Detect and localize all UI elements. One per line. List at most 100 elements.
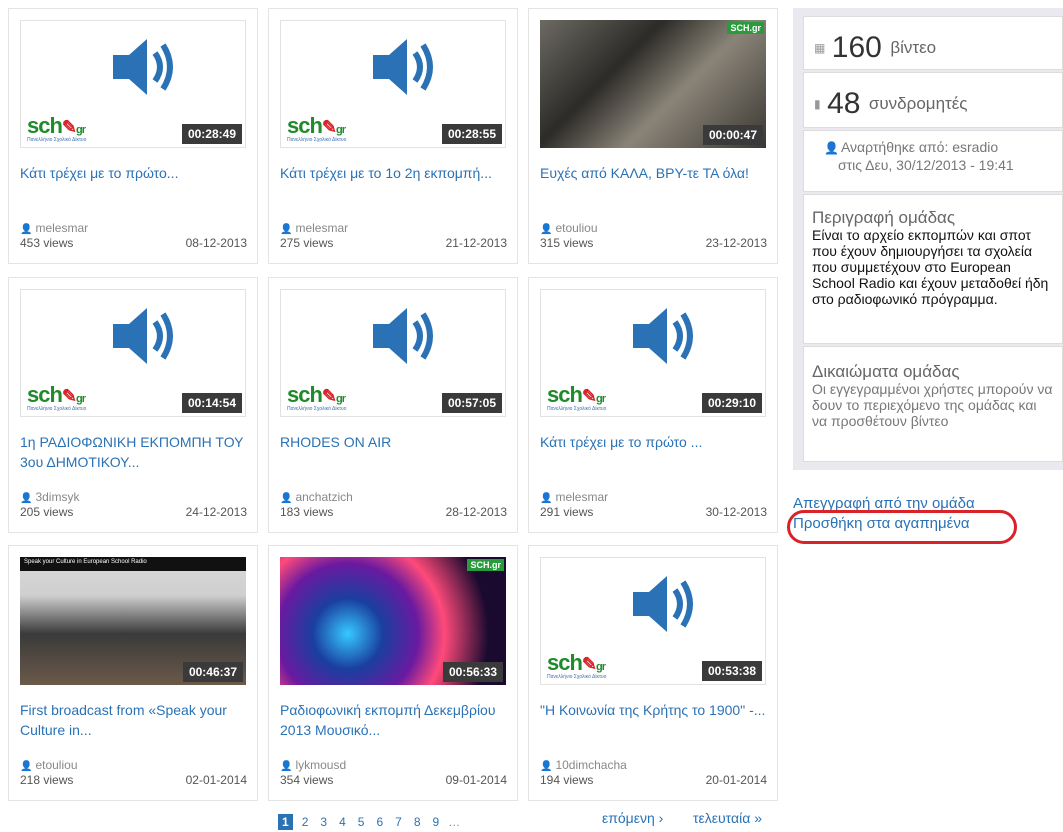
video-user[interactable]: 👤 etouliou — [20, 758, 78, 772]
video-duration: 00:56:33 — [442, 662, 503, 682]
pager-last-link[interactable]: τελευταία » — [693, 810, 762, 826]
speaker-icon — [629, 300, 701, 372]
video-duration: 00:28:55 — [441, 124, 502, 144]
rights-text: Οι εγγεγραμμένοι χρήστες μπορούν να δουν… — [812, 381, 1053, 429]
speaker-icon — [109, 31, 181, 103]
video-title-link[interactable]: 1η ΡΑΔΙΟΦΩΝΙΚΗ ΕΚΠΟΜΠΗ ΤΟΥ 3ου ΔΗΜΟΤΙΚΟΥ… — [20, 432, 248, 472]
video-card[interactable]: sch✎gr Πανελλήνιο Σχολικό Δίκτυο 00:14:54 1… — [8, 277, 258, 533]
speaker-icon — [109, 300, 181, 372]
user-icon: 👤 — [20, 493, 33, 504]
video-views: 183 views — [280, 505, 334, 519]
video-views: 453 views — [20, 236, 74, 250]
video-card[interactable]: sch✎gr Πανελλήνιο Σχολικό Δίκτυο 00:28:49 Κ… — [8, 8, 258, 264]
user-icon: 👤 — [20, 761, 33, 772]
sch-logo: sch✎gr — [27, 382, 86, 407]
video-user[interactable]: 👤 melesmar — [540, 490, 608, 504]
video-title-link[interactable]: RHODES ON AIR — [280, 432, 508, 452]
video-thumbnail-photo[interactable]: SCH.gr 00:56:33 — [280, 557, 506, 685]
videos-count-box: ▦ 160 βίντεο — [803, 16, 1063, 70]
video-title-link[interactable]: Κάτι τρέχει με το 1ο 2η εκπομπή... — [280, 163, 508, 183]
video-card[interactable]: sch✎gr Πανελλήνιο Σχολικό Δίκτυο 00:57:05 R… — [268, 277, 518, 533]
video-views: 315 views — [540, 236, 594, 250]
sch-badge: SCH.gr — [727, 22, 764, 34]
page-link-8[interactable]: 8 — [411, 814, 424, 830]
thumbnail-banner: Speak your Culture in European School Ra… — [20, 557, 246, 571]
video-card[interactable]: SCH.gr 00:56:33 Ραδιοφωνική εκπομπή Δεκεμβ… — [268, 545, 518, 801]
user-icon: 👤 — [280, 761, 293, 772]
video-date: 09-01-2014 — [445, 773, 507, 787]
sch-badge: SCH.gr — [467, 559, 504, 571]
video-title-link[interactable]: Ευχές από ΚΑΛΑ, ΒΡΥ-τε ΤΑ όλα! — [540, 163, 768, 183]
video-thumbnail[interactable]: sch✎gr Πανελλήνιο Σχολικό Δίκτυο 00:28:55 — [280, 20, 506, 148]
sch-logo: sch✎gr — [287, 382, 346, 407]
video-views: 205 views — [20, 505, 74, 519]
pager-next-link[interactable]: επόμενη › — [602, 810, 663, 826]
page-link-7[interactable]: 7 — [392, 814, 405, 830]
page-link-5[interactable]: 5 — [355, 814, 368, 830]
user-icon: 👤 — [824, 140, 839, 155]
subscribers-count-box: ▮ 48 συνδρομητές — [803, 72, 1063, 128]
video-thumbnail[interactable]: sch✎gr Πανελλήνιο Σχολικό Δίκτυο 00:29:10 — [540, 289, 766, 417]
page-link-2[interactable]: 2 — [299, 814, 312, 830]
video-thumbnail[interactable]: sch✎gr Πανελλήνιο Σχολικό Δίκτυο 00:57:05 — [280, 289, 506, 417]
video-user[interactable]: 👤 lykmousd — [280, 758, 346, 772]
description-panel: Περιγραφή ομάδας Είναι το αρχείο εκπομπώ… — [803, 194, 1063, 344]
video-user[interactable]: 👤 melesmar — [20, 221, 88, 235]
video-date: 02-01-2014 — [185, 773, 247, 787]
video-user[interactable]: 👤 melesmar — [280, 221, 348, 235]
subscribers-label: συνδρομητές — [868, 94, 968, 113]
video-views: 194 views — [540, 773, 594, 787]
video-thumbnail[interactable]: sch✎gr Πανελλήνιο Σχολικό Δίκτυο 00:53:38 — [540, 557, 766, 685]
video-thumbnail[interactable]: sch✎gr Πανελλήνιο Σχολικό Δίκτυο 00:14:54 — [20, 289, 246, 417]
video-user[interactable]: 👤 etouliou — [540, 221, 598, 235]
video-duration: 00:28:49 — [181, 124, 242, 144]
uploaded-by: Αναρτήθηκε από: esradio — [840, 139, 999, 155]
video-date: 24-12-2013 — [185, 505, 247, 519]
video-date: 08-12-2013 — [185, 236, 247, 250]
videos-count: 160 — [831, 31, 882, 64]
description-title: Περιγραφή ομάδας — [812, 208, 956, 227]
video-user[interactable]: 👤 10dimchacha — [540, 758, 627, 772]
video-title-link[interactable]: "Η Κοινωνία της Κρήτης το 1900" -... — [540, 700, 768, 720]
description-text: Είναι το αρχείο εκπομπών και σποτ που έχ… — [812, 227, 1049, 307]
video-date: 30-12-2013 — [705, 505, 767, 519]
subscribers-count: 48 — [827, 87, 861, 120]
video-thumbnail-photo[interactable]: SCH.gr 00:00:47 — [540, 20, 766, 148]
page-link-1[interactable]: 1 — [278, 814, 293, 830]
pager-ellipsis: … — [448, 815, 461, 829]
user-icon: 👤 — [20, 224, 33, 235]
video-date: 28-12-2013 — [445, 505, 507, 519]
user-icon: 👤 — [280, 493, 293, 504]
video-title-link[interactable]: Κάτι τρέχει με το πρώτο ... — [540, 432, 768, 452]
sch-logo: sch✎gr — [27, 113, 86, 138]
page-link-9[interactable]: 9 — [430, 814, 443, 830]
video-user[interactable]: 👤 anchatzich — [280, 490, 353, 504]
user-icon: 👤 — [540, 761, 553, 772]
video-title-link[interactable]: Ραδιοφωνική εκπομπή Δεκεμβρίου 2013 Μουσ… — [280, 700, 508, 740]
uploaded-date: στις Δευ, 30/12/2013 - 19:41 — [838, 156, 1014, 173]
video-thumbnail[interactable]: sch✎gr Πανελλήνιο Σχολικό Δίκτυο 00:28:49 — [20, 20, 246, 148]
page-link-6[interactable]: 6 — [373, 814, 386, 830]
video-duration: 00:53:38 — [701, 661, 762, 681]
video-card[interactable]: sch✎gr Πανελλήνιο Σχολικό Δίκτυο 00:28:55 Κ… — [268, 8, 518, 264]
video-duration: 00:00:47 — [702, 125, 763, 145]
video-card[interactable]: SCH.gr 00:00:47 Ευχές από ΚΑΛΑ, ΒΡΥ-τε ΤΑ … — [528, 8, 778, 264]
uploaded-info: 👤 Αναρτήθηκε από: esradio στις Δευ, 30/12… — [803, 130, 1063, 192]
video-views: 218 views — [20, 773, 74, 787]
page-link-3[interactable]: 3 — [317, 814, 330, 830]
video-duration: 00:57:05 — [441, 393, 502, 413]
video-card[interactable]: sch✎gr Πανελλήνιο Σχολικό Δίκτυο 00:53:38 "… — [528, 545, 778, 801]
video-user[interactable]: 👤 3dimsyk — [20, 490, 79, 504]
page-link-4[interactable]: 4 — [336, 814, 349, 830]
video-duration: 00:46:37 — [182, 662, 243, 682]
video-thumbnail-photo[interactable]: SCH.grSpeak your Culture in European Sch… — [20, 557, 246, 685]
video-title-link[interactable]: First broadcast from «Speak your Culture… — [20, 700, 248, 740]
video-views: 275 views — [280, 236, 334, 250]
video-card[interactable]: SCH.grSpeak your Culture in European Sch… — [8, 545, 258, 801]
rights-title: Δικαιώματα ομάδας — [812, 362, 960, 381]
speaker-icon — [629, 568, 701, 640]
video-card[interactable]: sch✎gr Πανελλήνιο Σχολικό Δίκτυο 00:29:10 Κ… — [528, 277, 778, 533]
speaker-icon — [369, 31, 441, 103]
video-title-link[interactable]: Κάτι τρέχει με το πρώτο... — [20, 163, 248, 183]
group-sidebar: ▦ 160 βίντεο ▮ 48 συνδρομητές 👤 Αναρτήθηκ… — [793, 8, 1063, 470]
